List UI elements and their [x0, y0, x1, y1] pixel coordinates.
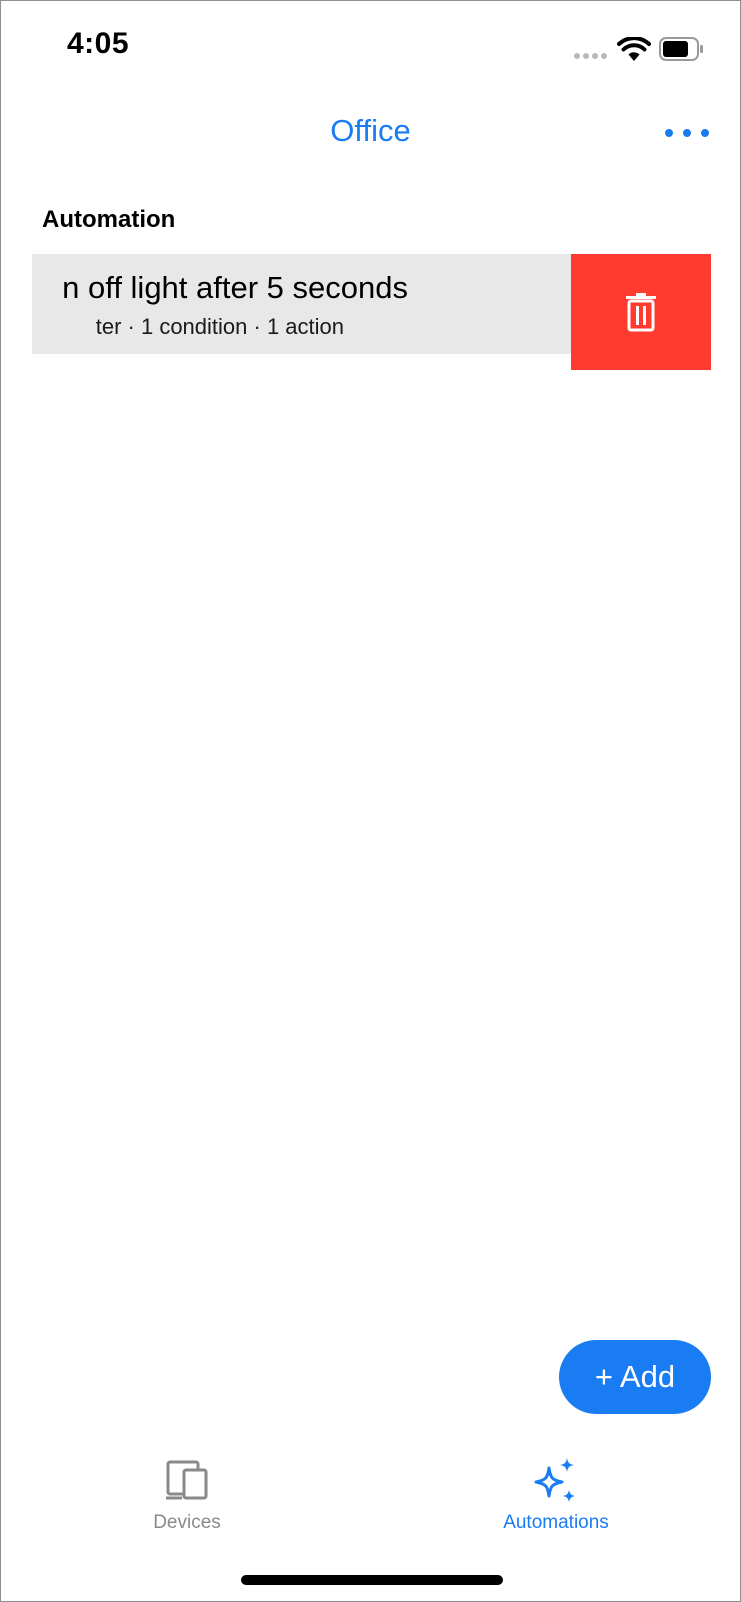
- automation-row[interactable]: n off light after 5 seconds ter · 1 cond…: [32, 254, 711, 370]
- more-options-button[interactable]: [665, 125, 709, 141]
- sparkles-icon: [534, 1458, 575, 1502]
- page-title: Office: [330, 113, 411, 148]
- section-header: Automation: [42, 206, 176, 233]
- add-automation-button[interactable]: + Add: [559, 1340, 711, 1414]
- automation-subtitle: ter · 1 condition · 1 action: [95, 314, 344, 339]
- more-dot-icon: [701, 129, 709, 137]
- home-indicator: [241, 1575, 503, 1585]
- automation-row-content[interactable]: n off light after 5 seconds ter · 1 cond…: [32, 254, 600, 354]
- status-time: 4:05: [67, 27, 130, 60]
- wifi-icon: [617, 37, 651, 61]
- automation-title: n off light after 5 seconds: [62, 270, 408, 305]
- tab-label: Devices: [153, 1512, 221, 1533]
- tab-devices[interactable]: Devices: [87, 1456, 287, 1534]
- tab-label: Automations: [503, 1512, 609, 1533]
- delete-button[interactable]: [571, 254, 711, 370]
- more-dot-icon: [683, 129, 691, 137]
- app-screen: 4:05 Office Automation n off light after…: [0, 0, 741, 1602]
- tab-automations[interactable]: Automations: [456, 1456, 656, 1534]
- cellular-signal-icon: [574, 53, 607, 59]
- devices-icon: [166, 1460, 208, 1500]
- more-dot-icon: [665, 129, 673, 137]
- trash-icon: [626, 293, 656, 332]
- battery-icon: [659, 37, 703, 61]
